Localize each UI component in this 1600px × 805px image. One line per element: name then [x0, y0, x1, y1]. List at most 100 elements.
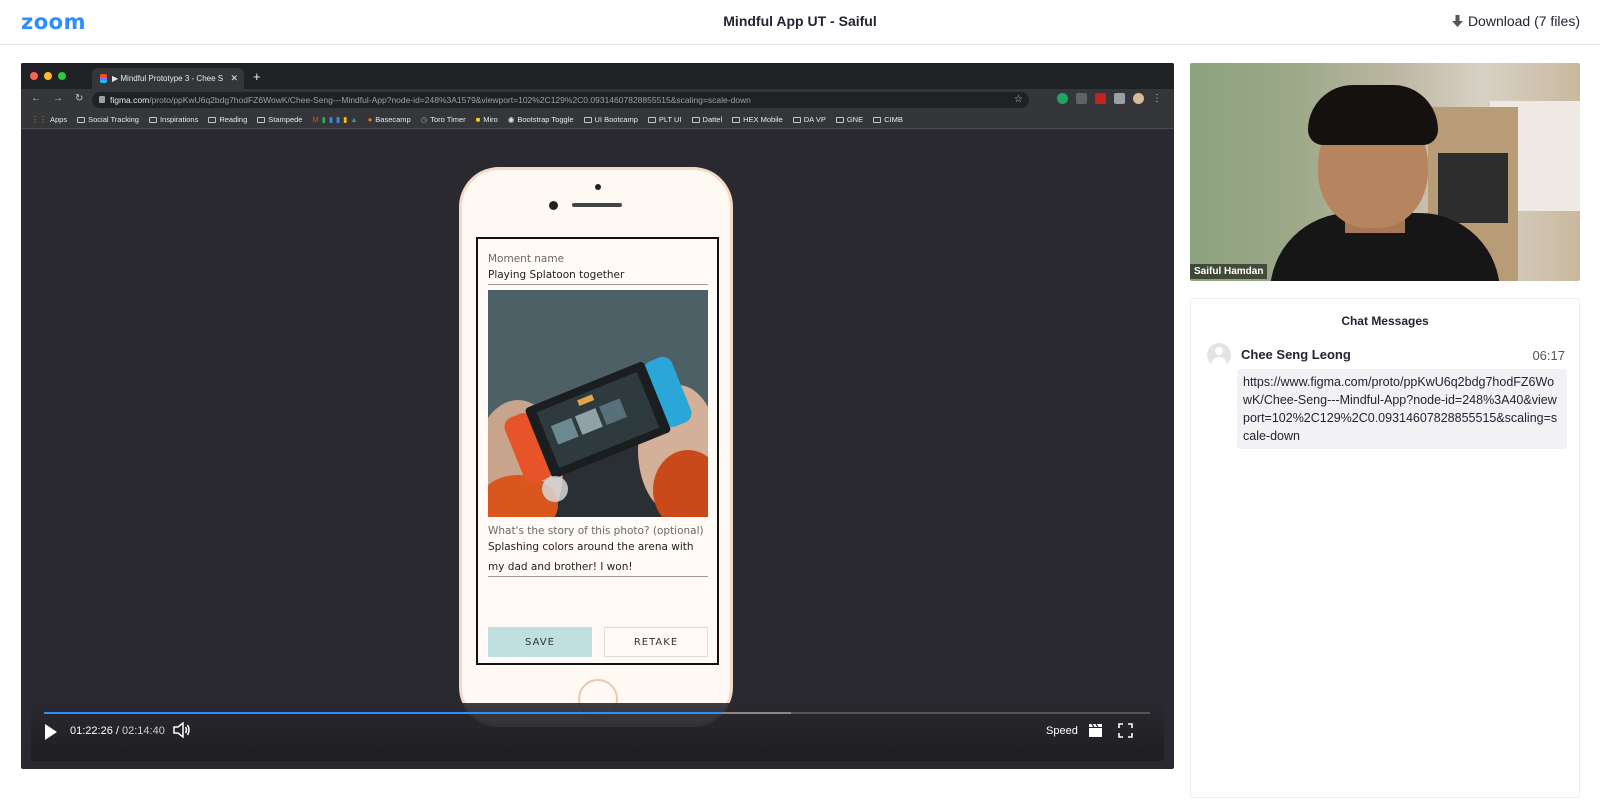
moment-name-underline	[488, 284, 708, 285]
folder-icon	[792, 116, 801, 123]
timer-icon: ◷	[420, 115, 428, 124]
folder-icon	[691, 116, 700, 123]
bookmark-apps: ⋮⋮ Apps	[31, 115, 68, 124]
drive-icon: ▲	[350, 115, 358, 124]
save-button: SAVE	[488, 627, 592, 657]
minimize-dot-icon	[44, 72, 52, 80]
url-path: /proto/ppKwU6q2bdg7hodFZ6WowK/Chee-Seng-…	[149, 95, 751, 105]
speed-button[interactable]: Speed	[1046, 725, 1078, 737]
globe-icon: ◉	[507, 115, 515, 124]
current-time: 01:22:26	[70, 725, 113, 737]
browser-address-bar: ← → ↻ figma.com/proto/ppKwU6q2bdg7hodFZ6…	[21, 89, 1174, 111]
phone-screen: Moment name Playing Splatoon together Wh…	[476, 237, 719, 665]
bookmark-item: DA VP	[792, 115, 826, 124]
apps-grid-icon: ⋮⋮	[31, 115, 47, 124]
phone-prototype: Moment name Playing Splatoon together Wh…	[459, 167, 733, 727]
lock-icon	[99, 96, 105, 103]
time-separator: /	[115, 725, 119, 737]
volume-icon[interactable]	[173, 721, 191, 743]
forward-icon: →	[53, 93, 63, 104]
bookmark-item: Stampede	[257, 115, 302, 124]
folder-icon	[77, 116, 86, 123]
player-controls: 01:22:26 / 02:14:40 Speed	[31, 703, 1164, 761]
extension-icons: ⋮	[1057, 93, 1162, 104]
play-button[interactable]	[45, 724, 57, 740]
phone-speaker	[572, 203, 622, 207]
story-line-2: my dad and brother! I won!	[488, 561, 633, 573]
reload-icon: ↻	[75, 93, 84, 104]
download-label: Download (7 files)	[1467, 13, 1580, 29]
message-link[interactable]: https://www.figma.com/proto/ppKwU6q2bdg7…	[1237, 369, 1567, 449]
user-icon	[1215, 347, 1223, 355]
background-oven	[1438, 153, 1508, 223]
chat-title: Chat Messages	[1341, 314, 1429, 328]
page-title: Mindful App UT - Saiful	[723, 13, 877, 29]
download-button[interactable]: Download (7 files)	[1451, 13, 1580, 29]
slides-icon: ▮	[343, 115, 348, 124]
bookmark-item: Dattel	[691, 115, 722, 124]
basecamp-icon: ●	[367, 115, 373, 124]
bookmark-item: ■ Miro	[475, 115, 498, 124]
bookmark-item: Inspirations	[148, 115, 198, 124]
puzzle-icon	[1114, 93, 1125, 104]
bookmark-item: PLT UI	[647, 115, 682, 124]
bookmark-item: Social Tracking	[77, 115, 139, 124]
browser-tab: ▶ Mindful Prototype 3 - Chee S ✕	[92, 68, 244, 89]
bookmark-item: UI Bootcamp	[583, 115, 638, 124]
google-bookmarks: M ▮ ▮ ▮ ▮ ▲	[312, 115, 357, 124]
progress-track[interactable]	[44, 712, 1150, 714]
moment-name-value: Playing Splatoon together	[488, 269, 625, 281]
bookmark-item: CIMB	[873, 115, 903, 124]
time-display: 01:22:26 / 02:14:40	[70, 725, 165, 737]
retake-button: RETAKE	[604, 627, 708, 657]
game-console-photo	[488, 290, 708, 517]
moment-photo	[488, 290, 708, 517]
miro-icon: ■	[475, 115, 481, 124]
gmail-icon: M	[312, 115, 319, 124]
bookmark-item: ◷ Toro Timer	[420, 115, 466, 124]
story-line-1: Splashing colors around the arena with	[488, 541, 694, 553]
fullscreen-icon[interactable]	[1118, 723, 1133, 743]
participant-video: Saiful Hamdan	[1190, 63, 1580, 281]
story-underline	[488, 576, 708, 577]
download-icon	[1451, 14, 1463, 28]
docs-icon-2: ▮	[336, 115, 341, 124]
front-camera-icon	[549, 201, 558, 210]
profile-avatar-icon	[1133, 93, 1144, 104]
folder-icon	[148, 116, 157, 123]
recording-player[interactable]: ▶ Mindful Prototype 3 - Chee S ✕ + ← → ↻…	[21, 63, 1174, 769]
bookmarks-bar: ⋮⋮ Apps Social Tracking Inspirations Read…	[21, 111, 1174, 129]
folder-icon	[873, 116, 882, 123]
folder-icon	[647, 116, 656, 123]
story-label: What's the story of this photo? (optiona…	[488, 525, 704, 537]
figma-icon	[100, 74, 107, 83]
folder-icon	[583, 116, 592, 123]
message-sender: Chee Seng Leong	[1241, 347, 1351, 362]
bookmark-item: GNE	[835, 115, 863, 124]
extension-icon	[1076, 93, 1087, 104]
new-tab-icon: +	[253, 69, 261, 84]
bookmark-item: ◉ Bootstrap Toggle	[507, 115, 574, 124]
clapperboard-icon[interactable]	[1088, 723, 1103, 743]
sheets-icon: ▮	[321, 115, 326, 124]
window-controls	[30, 72, 66, 80]
folder-icon	[208, 116, 217, 123]
close-dot-icon	[30, 72, 38, 80]
browser-tab-strip: ▶ Mindful Prototype 3 - Chee S ✕ +	[21, 63, 1174, 89]
tab-close-icon: ✕	[230, 73, 238, 83]
moment-name-label: Moment name	[488, 253, 565, 265]
folder-icon	[257, 116, 266, 123]
participant-name: Saiful Hamdan	[1190, 264, 1268, 279]
person-hair	[1308, 85, 1438, 145]
phone-sensor-icon	[595, 184, 601, 190]
folder-icon	[732, 116, 741, 123]
docs-icon: ▮	[328, 115, 334, 124]
message-time: 06:17	[1532, 348, 1565, 363]
maximize-dot-icon	[58, 72, 66, 80]
browser-nav: ← → ↻	[31, 93, 83, 104]
folder-icon	[835, 116, 844, 123]
played-bar	[44, 712, 721, 714]
bookmark-item: HEX Mobile	[732, 115, 783, 124]
back-icon: ←	[31, 93, 41, 104]
avatar	[1207, 343, 1231, 367]
